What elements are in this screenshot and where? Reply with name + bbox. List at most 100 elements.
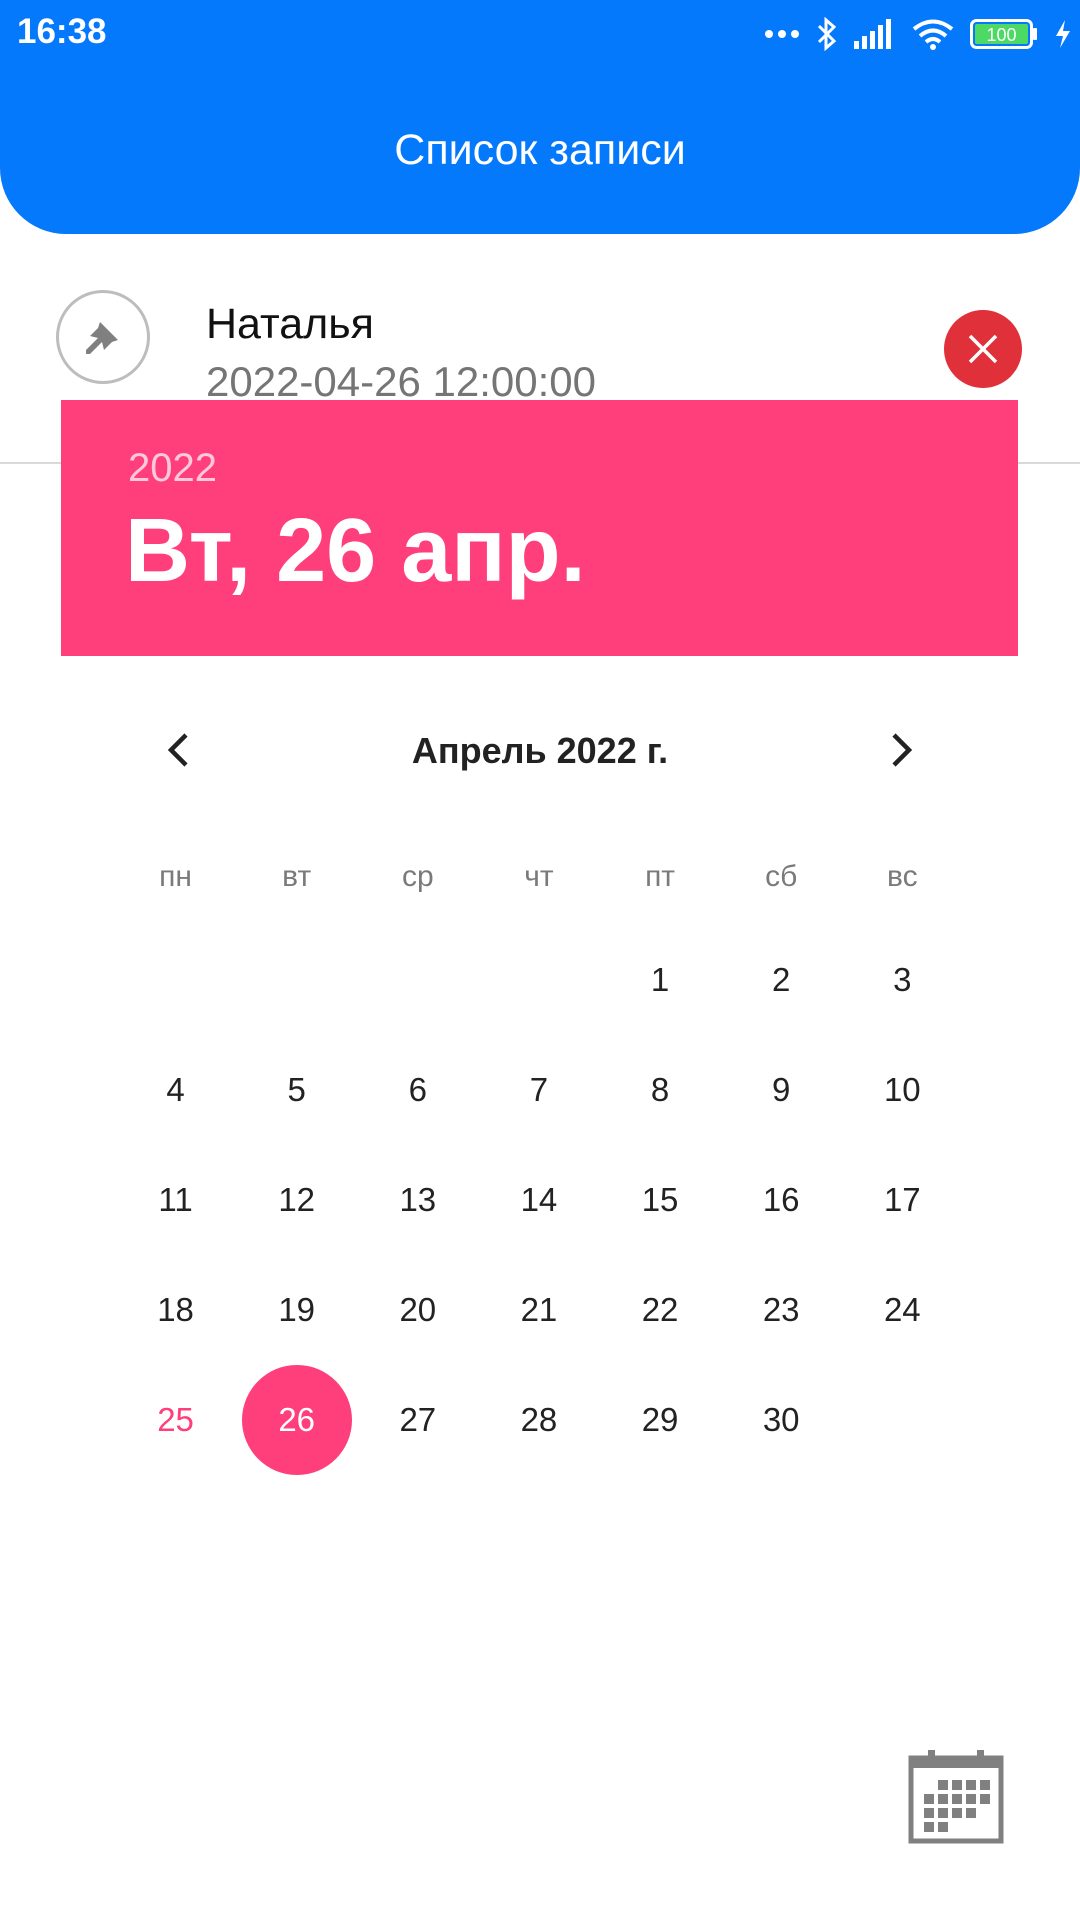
calendar-day[interactable]: 15 — [600, 1145, 721, 1255]
day-number: 10 — [883, 1071, 921, 1108]
day-number: 5 — [287, 1071, 306, 1108]
day-number: 24 — [883, 1291, 921, 1328]
weekday-label: пн — [159, 860, 192, 893]
calendar-week: 4 5 6 7 8 9 10 — [115, 1035, 963, 1145]
day-number: 19 — [278, 1291, 316, 1328]
date-picker-header: 2022 Вт, 26 апр. — [61, 400, 1018, 656]
pin-icon — [86, 322, 118, 354]
calendar-day[interactable]: 28 — [478, 1365, 599, 1475]
calendar-day[interactable]: 30 — [721, 1365, 842, 1475]
day-number: 15 — [641, 1181, 679, 1218]
day-number: 20 — [399, 1291, 437, 1328]
day-number: 27 — [399, 1401, 437, 1438]
next-month-button[interactable] — [872, 720, 932, 780]
day-number: 29 — [641, 1401, 679, 1438]
calendar-empty-cell — [478, 925, 599, 1035]
more-icon — [765, 30, 799, 38]
calendar-button[interactable] — [908, 1748, 1004, 1844]
weekday-label: пт — [645, 860, 676, 893]
status-time: 16:38 — [17, 12, 107, 51]
day-number: 7 — [529, 1071, 549, 1108]
calendar-week: 11 12 13 14 15 16 17 — [115, 1145, 963, 1255]
calendar-empty-cell — [236, 925, 357, 1035]
day-number: 11 — [158, 1181, 193, 1218]
close-icon — [968, 334, 998, 364]
day-number: 3 — [893, 961, 912, 998]
calendar-day[interactable]: 14 — [478, 1145, 599, 1255]
day-number: 14 — [520, 1181, 558, 1218]
page-title: Список записи — [394, 126, 686, 174]
day-number: 8 — [650, 1071, 670, 1108]
day-number: 25 — [157, 1401, 194, 1438]
day-number: 28 — [520, 1401, 558, 1438]
battery-icon: 100 — [970, 19, 1037, 49]
calendar-day[interactable]: 11 — [115, 1145, 236, 1255]
bluetooth-icon — [817, 17, 837, 51]
day-number: 12 — [278, 1181, 316, 1218]
calendar-day[interactable]: 3 — [842, 925, 963, 1035]
weekday-label: вт — [282, 860, 312, 893]
day-number: 17 — [883, 1181, 921, 1218]
record-name: Наталья — [206, 300, 374, 348]
calendar-day[interactable]: 12 — [236, 1145, 357, 1255]
month-navigation: Апрель 2022 г. — [0, 720, 1080, 780]
calendar-empty-cell — [842, 1365, 963, 1475]
delete-button[interactable] — [944, 310, 1022, 388]
calendar-week: 18 19 20 21 22 23 24 — [115, 1255, 963, 1365]
calendar-day[interactable]: 5 — [236, 1035, 357, 1145]
weekday-label: вс — [887, 860, 918, 893]
day-number: 26 — [278, 1401, 316, 1438]
calendar-day[interactable]: 18 — [115, 1255, 236, 1365]
calendar-week: 25 26 27 28 29 30 — [115, 1365, 963, 1475]
calendar-day[interactable]: 24 — [842, 1255, 963, 1365]
pin-button[interactable] — [56, 290, 150, 384]
day-number: 22 — [641, 1291, 679, 1328]
calendar-day[interactable]: 6 — [357, 1035, 478, 1145]
calendar-empty-cell — [357, 925, 478, 1035]
calendar-day[interactable]: 23 — [721, 1255, 842, 1365]
app-header: 16:38 100 Список записи — [0, 0, 1080, 234]
calendar-day[interactable]: 17 — [842, 1145, 963, 1255]
calendar-day[interactable]: 16 — [721, 1145, 842, 1255]
calendar-day-selected[interactable]: 26 — [236, 1365, 357, 1475]
weekday-header: пн вт ср чт пт сб вс — [115, 860, 963, 894]
day-number: 30 — [762, 1401, 800, 1438]
charging-icon — [1056, 20, 1070, 48]
calendar-day[interactable]: 22 — [600, 1255, 721, 1365]
calendar-day[interactable]: 29 — [600, 1365, 721, 1475]
day-number: 18 — [157, 1291, 194, 1328]
calendar-day[interactable]: 2 — [721, 925, 842, 1035]
signal-icon — [854, 19, 891, 49]
battery-level: 100 — [986, 25, 1016, 45]
day-number: 2 — [772, 961, 791, 998]
day-number: 1 — [650, 961, 670, 998]
status-icons: 100 — [764, 12, 1072, 56]
year-selector[interactable]: 2022 — [128, 446, 217, 491]
weekday-label: сб — [765, 860, 798, 893]
calendar-day[interactable]: 19 — [236, 1255, 357, 1365]
calendar-day[interactable]: 13 — [357, 1145, 478, 1255]
calendar-day[interactable]: 10 — [842, 1035, 963, 1145]
weekday-label: ср — [401, 860, 434, 893]
selected-date-label: Вт, 26 апр. — [125, 501, 586, 601]
day-number: 6 — [408, 1071, 427, 1108]
calendar-day[interactable]: 20 — [357, 1255, 478, 1365]
calendar-day[interactable]: 21 — [478, 1255, 599, 1365]
day-number: 13 — [399, 1181, 437, 1218]
calendar-day[interactable]: 1 — [600, 925, 721, 1035]
calendar-week: 1 2 3 — [115, 925, 963, 1035]
calendar-icon — [908, 1750, 1004, 1844]
calendar-days-grid: 1 2 3 4 5 6 7 8 9 10 11 12 13 14 15 16 1… — [115, 925, 963, 1475]
day-number: 16 — [762, 1181, 800, 1218]
calendar-day[interactable]: 4 — [115, 1035, 236, 1145]
record-datetime: 2022-04-26 12:00:00 — [206, 358, 596, 405]
calendar-day[interactable]: 9 — [721, 1035, 842, 1145]
calendar-day[interactable]: 7 — [478, 1035, 599, 1145]
day-number: 9 — [772, 1071, 791, 1108]
calendar-day-today[interactable]: 25 — [115, 1365, 236, 1475]
calendar-day[interactable]: 8 — [600, 1035, 721, 1145]
calendar-empty-cell — [115, 925, 236, 1035]
calendar-day[interactable]: 27 — [357, 1365, 478, 1475]
weekday-label: чт — [524, 860, 554, 893]
chevron-right-icon — [892, 733, 913, 767]
